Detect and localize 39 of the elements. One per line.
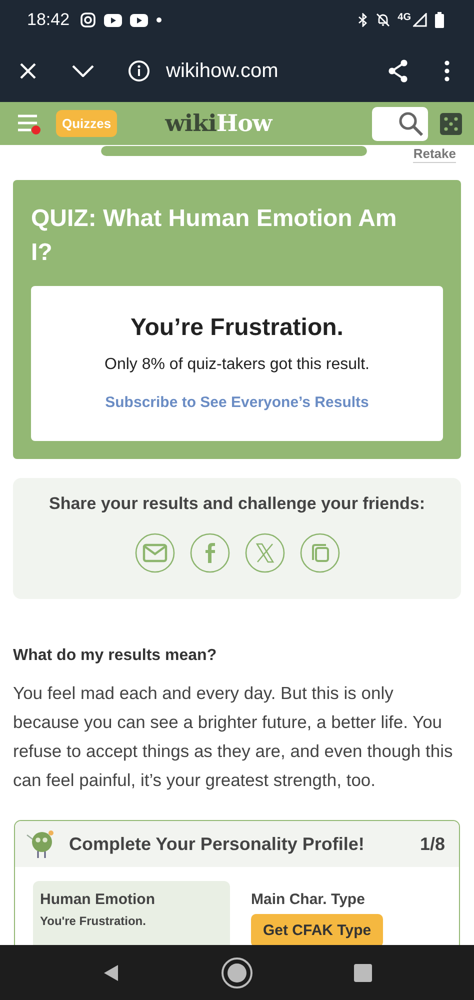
result-stat: Only 8% of quiz-takers got this result. [104, 356, 370, 374]
profile-result-card[interactable]: Human Emotion You're Frustration. [33, 881, 230, 945]
profile-title: Complete Your Personality Profile! [69, 834, 364, 854]
profile-count: 1/8 [420, 834, 445, 854]
close-icon[interactable] [19, 62, 37, 80]
search-button[interactable] [372, 106, 428, 140]
section-heading: What do my results mean? [13, 647, 218, 665]
dice-icon[interactable] [440, 112, 462, 134]
video-play-icon [104, 14, 122, 26]
dot-icon [156, 17, 162, 23]
recents-icon[interactable] [354, 964, 372, 982]
search-icon [398, 110, 424, 136]
back-icon[interactable] [102, 964, 120, 982]
battery-icon [435, 12, 444, 28]
profile-item-title: Main Char. Type [251, 891, 366, 908]
site-logo[interactable]: wikiHow [165, 110, 272, 137]
profile-item-title: Human Emotion [40, 891, 156, 908]
profile-item-result: You're Frustration. [40, 914, 147, 928]
quiz-title: QUIZ: What Human Emotion Am I? [31, 204, 398, 268]
video-play-icon [130, 14, 148, 26]
menu-icon[interactable] [17, 112, 41, 134]
subscribe-link[interactable]: Subscribe to See Everyone’s Results [41, 394, 433, 411]
result-description: You feel mad each and every day. But this is only because you can see a brighter future, a better life. You refuse to accept things as they are, and even though this can feel painful, it’s your greatest strength, too. [13, 682, 454, 792]
retake-link[interactable]: Retake [413, 146, 456, 162]
network-label: 4G [398, 12, 411, 22]
url-text[interactable]: wikihow.com [166, 60, 278, 82]
get-type-button[interactable]: Get CFAK Type [251, 914, 384, 945]
signal-icon [413, 13, 427, 27]
home-icon[interactable] [221, 956, 253, 988]
chevron-down-icon[interactable] [72, 65, 94, 77]
bell-muted-icon [376, 13, 390, 27]
more-icon[interactable] [444, 60, 450, 82]
share-heading: Share your results and challenge your friends: [48, 494, 426, 514]
status-time: 18:42 [27, 10, 70, 30]
instagram-icon [80, 12, 96, 28]
info-icon[interactable] [128, 60, 150, 82]
result-title: You’re Frustration. [130, 314, 344, 342]
share-icon[interactable] [386, 59, 410, 83]
bluetooth-icon [358, 13, 368, 27]
